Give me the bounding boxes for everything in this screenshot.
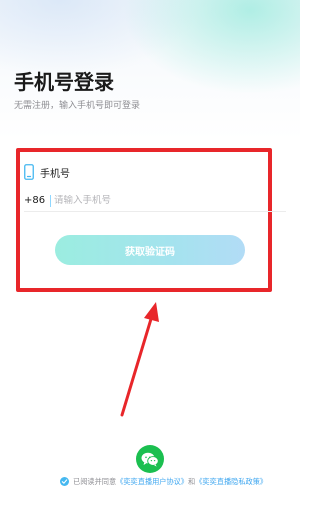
login-screen: 手机号登录 无需注册，输入手机号即可登录 手机号 +86 获取验证码 bbox=[0, 0, 300, 528]
agreement-prefix: 已阅读并同意 bbox=[73, 477, 117, 486]
privacy-policy-link[interactable]: 《奕奕直播隐私政策》 bbox=[195, 477, 267, 486]
wechat-icon bbox=[141, 452, 159, 467]
wechat-login-button[interactable] bbox=[136, 445, 164, 473]
user-agreement-link[interactable]: 《奕奕直播用户协议》 bbox=[116, 477, 188, 486]
agreement-text: 已阅读并同意《奕奕直播用户协议》和《奕奕直播隐私政策》 bbox=[60, 476, 280, 487]
